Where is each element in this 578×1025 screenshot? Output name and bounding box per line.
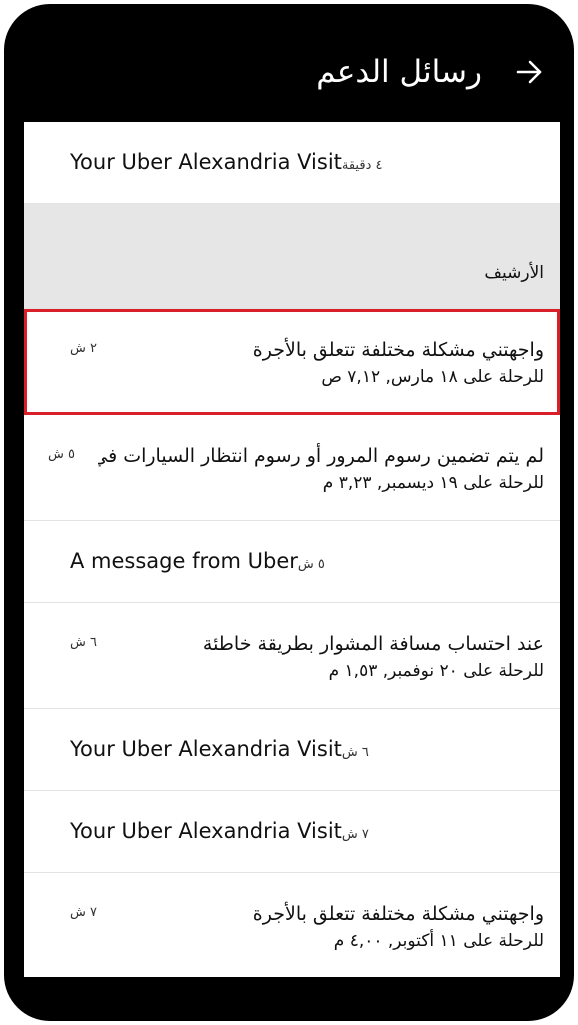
message-row[interactable]: لم يتم تضمين رسوم المرور أو رسوم انتظار … <box>24 415 560 521</box>
message-title: واجهتني مشكلة مختلفة تتعلق بالأجرة <box>252 339 544 361</box>
message-title-wrap: Your Uber Alexandria Visit٤ دقيقة <box>70 148 382 180</box>
message-time: ٤ دقيقة <box>341 158 383 173</box>
message-row[interactable]: عند احتساب مسافة المشوار بطريقة خاطئة لل… <box>24 603 560 709</box>
message-time: ٦ ش <box>70 635 97 650</box>
message-time: ٥ ش <box>48 447 75 462</box>
message-time: ٧ ش <box>341 827 369 842</box>
message-title: عند احتساب مسافة المشوار بطريقة خاطئة <box>202 633 544 655</box>
message-row[interactable]: Your Uber Alexandria Visit٤ دقيقة <box>24 122 560 204</box>
arrow-right-icon <box>516 60 542 84</box>
message-list-screen: Your Uber Alexandria Visit٤ دقيقة الأرشي… <box>24 122 560 977</box>
message-time: ٢ ش <box>70 341 97 356</box>
top-bar: رسائل الدعم <box>4 4 574 122</box>
message-time: ٥ ش <box>297 557 325 572</box>
message-title: Your Uber Alexandria Visit <box>70 150 342 174</box>
page-title: رسائل الدعم <box>316 54 482 90</box>
message-title-wrap: Your Uber Alexandria Visit٦ ش <box>70 735 369 767</box>
message-title: Your Uber Alexandria Visit <box>70 819 342 843</box>
message-list: Your Uber Alexandria Visit٤ دقيقة الأرشي… <box>24 122 560 977</box>
message-subtitle: للرحلة على ١١ أكتوبر, ٤,٠٠ م <box>333 931 544 951</box>
message-title: Your Uber Alexandria Visit <box>70 737 342 761</box>
archive-label: الأرشيف <box>484 263 544 283</box>
message-subtitle: للرحلة على ٢٠ نوفمبر, ١,٥٣ م <box>328 661 544 681</box>
phone-frame: رسائل الدعم Your Uber Alexandria Visit٤ … <box>4 4 574 1021</box>
back-button[interactable] <box>510 52 550 92</box>
archive-section-header: الأرشيف <box>24 204 560 309</box>
message-row[interactable]: Your Uber Alexandria Visit٦ ش <box>24 709 560 791</box>
message-time: ٧ ش <box>70 905 97 920</box>
message-subtitle: للرحلة على ١٨ مارس, ٧,١٢ ص <box>321 367 544 387</box>
message-row[interactable]: واجهتني مشكلة مختلفة تتعلق بالأجرة للرحل… <box>24 873 560 977</box>
message-title: A message from Uber <box>70 549 298 573</box>
message-row[interactable]: A message from Uber٥ ش <box>24 521 560 603</box>
message-time: ٦ ش <box>341 745 369 760</box>
message-subtitle: للرحلة على ١٩ ديسمبر, ٣,٢٣ م <box>322 473 544 493</box>
message-title-wrap: Your Uber Alexandria Visit٧ ش <box>70 817 369 849</box>
message-title-wrap: A message from Uber٥ ش <box>70 547 325 579</box>
message-title: لم يتم تضمين رسوم المرور أو رسوم انتظار … <box>98 445 544 467</box>
message-row-selected[interactable]: واجهتني مشكلة مختلفة تتعلق بالأجرة للرحل… <box>24 309 560 415</box>
message-row[interactable]: Your Uber Alexandria Visit٧ ش <box>24 791 560 873</box>
message-title: واجهتني مشكلة مختلفة تتعلق بالأجرة <box>252 903 544 925</box>
